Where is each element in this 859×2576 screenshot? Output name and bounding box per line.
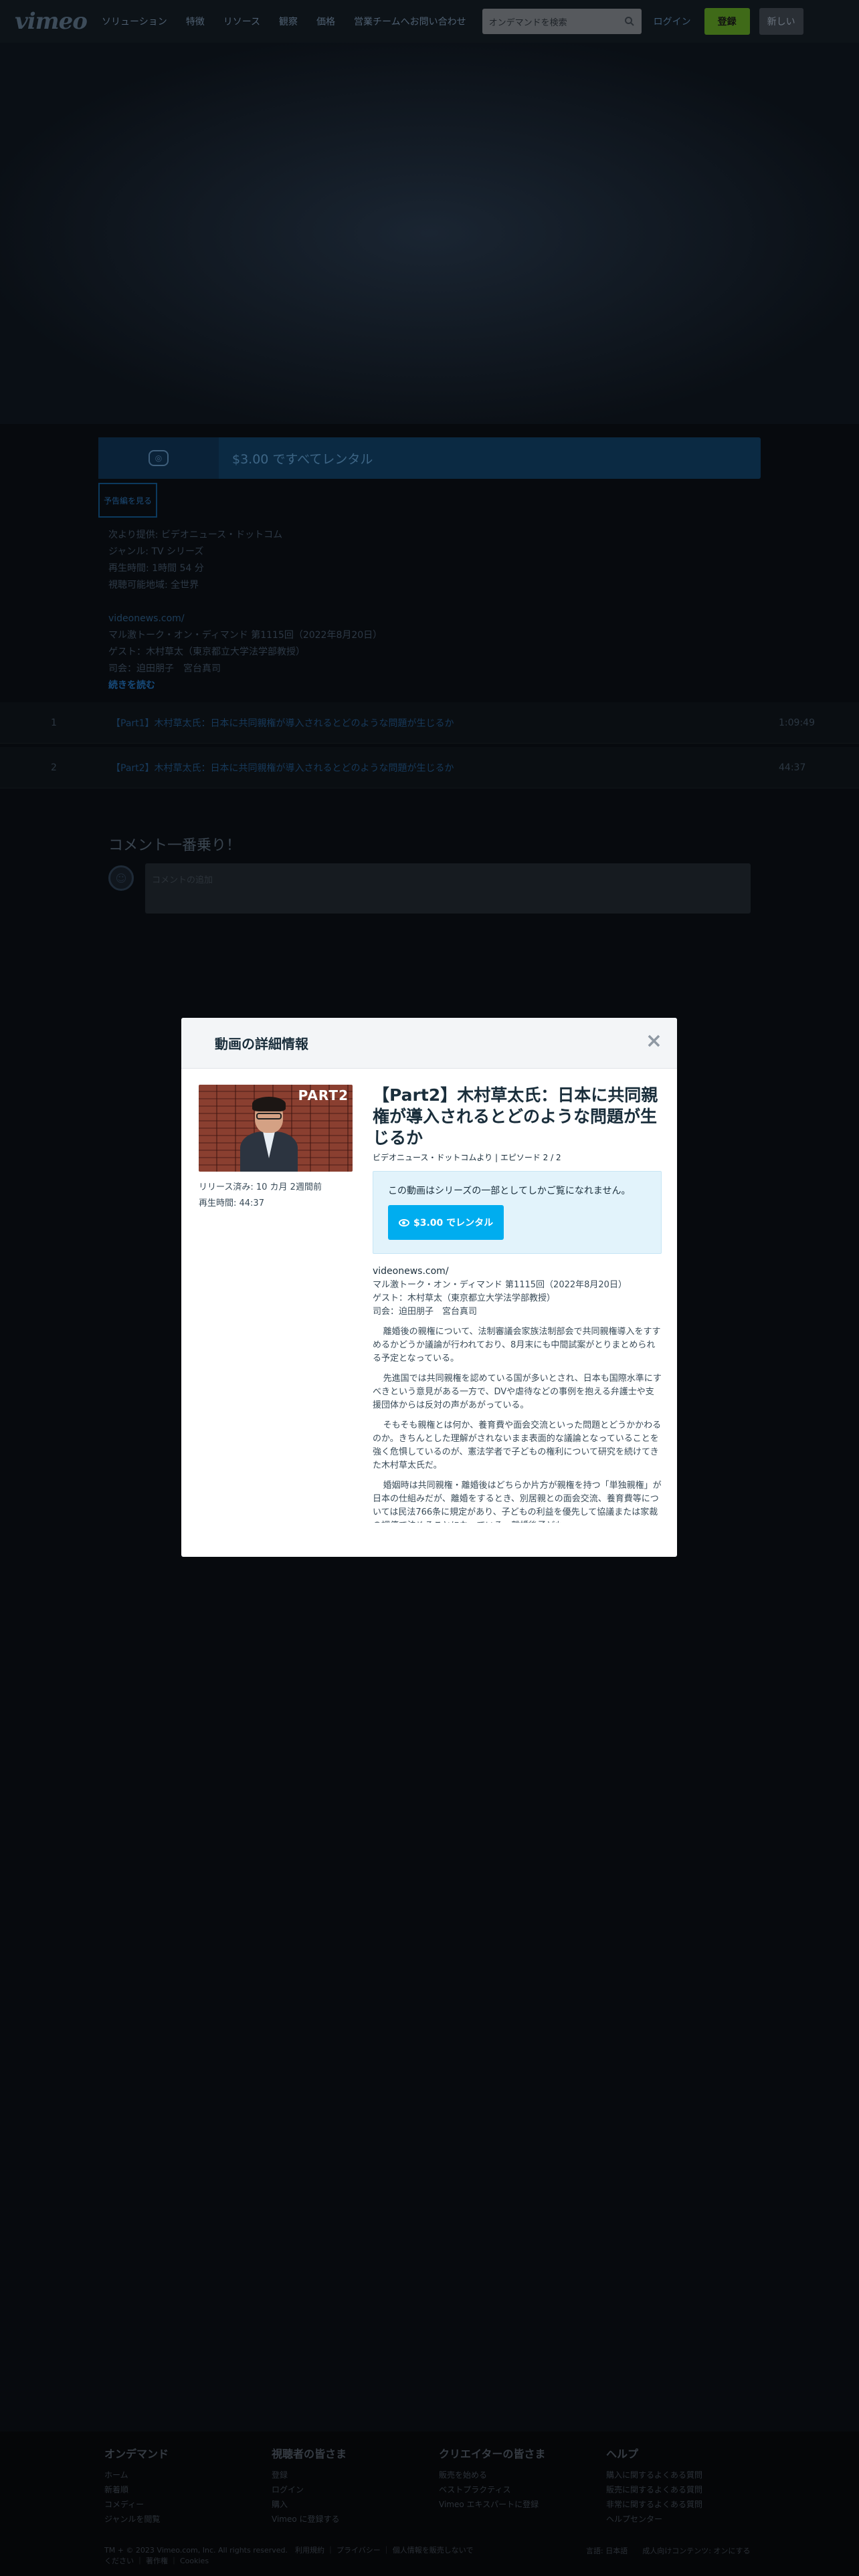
rent-button-label: $3.00 でレンタル [413, 1218, 494, 1228]
video-thumbnail: PART2 [199, 1085, 353, 1172]
page: vimeo ソリューション 特徴 リソース 観察 価格 営業チームへお問い合わせ… [0, 0, 859, 2576]
release-date: リリース済み: 10 カ月 2週間前 [199, 1182, 322, 1192]
rent-button[interactable]: $3.00 でレンタル [388, 1205, 504, 1240]
person-hair [252, 1097, 286, 1111]
video-duration: 再生時間: 44:37 [199, 1198, 264, 1208]
modal-header: 動画の詳細情報 × [181, 1018, 677, 1069]
video-info: リリース済み: 10 カ月 2週間前 再生時間: 44:37 [199, 1180, 353, 1212]
video-details-modal: 動画の詳細情報 × PART2 リリース済み: 10 カ月 2週間前 再生時間:… [181, 1018, 677, 1557]
description-paragraph: 先進国では共同親権を認めている国が多いとされ、日本も国際水準にすべきという意見が… [373, 1374, 662, 1410]
video-description: videonews.com/ マル激トーク・オン・ディマンド 第1115回（20… [373, 1265, 662, 1523]
description-line: ゲスト：木村草太（東京都立大学法学部教授） [373, 1293, 556, 1303]
eye-icon [399, 1218, 409, 1226]
person-glasses [256, 1113, 282, 1119]
video-title: 【Part2】木村草太氏：日本に共同親権が導入されるとどのような問題が生じるか [373, 1085, 658, 1148]
description-link[interactable]: videonews.com/ [373, 1265, 662, 1279]
description-paragraph: 婚姻時は共同親権・離婚後はどちらか片方が親権を持つ「単独親権」が日本の仕組みだが… [373, 1481, 662, 1523]
description-paragraph: 離婚後の親権について、法制審議会家族法制部会で共同親権導入をすすめるかどうか議論… [373, 1327, 661, 1364]
notice-text: この動画はシリーズの一部としてしかご覧になれません。 [388, 1186, 631, 1196]
series-only-notice: この動画はシリーズの一部としてしかご覧になれません。 $3.00 でレンタル [373, 1171, 662, 1254]
close-icon[interactable]: × [646, 1031, 662, 1051]
thumbnail-badge: PART2 [298, 1087, 349, 1103]
modal-left-column: PART2 リリース済み: 10 カ月 2週間前 再生時間: 44:37 [199, 1085, 353, 1212]
thumbnail-person [240, 1097, 298, 1172]
description-line: マル激トーク・オン・ディマンド 第1115回（2022年8月20日） [373, 1280, 627, 1290]
description-line: 司会：迫田朋子 宮台真司 [373, 1307, 478, 1317]
modal-title: 動画の詳細情報 [215, 1036, 308, 1052]
description-paragraph: そもそも親権とは何か、養育費や面会交流といった問題とどうかかわるのか。きちんとし… [373, 1420, 662, 1471]
episode-breadcrumb[interactable]: ビデオニュース・ドットコムより | エピソード 2 / 2 [373, 1152, 662, 1163]
modal-right-column: 【Part2】木村草太氏：日本に共同親権が導入されるとどのような問題が生じるか … [373, 1085, 662, 1523]
